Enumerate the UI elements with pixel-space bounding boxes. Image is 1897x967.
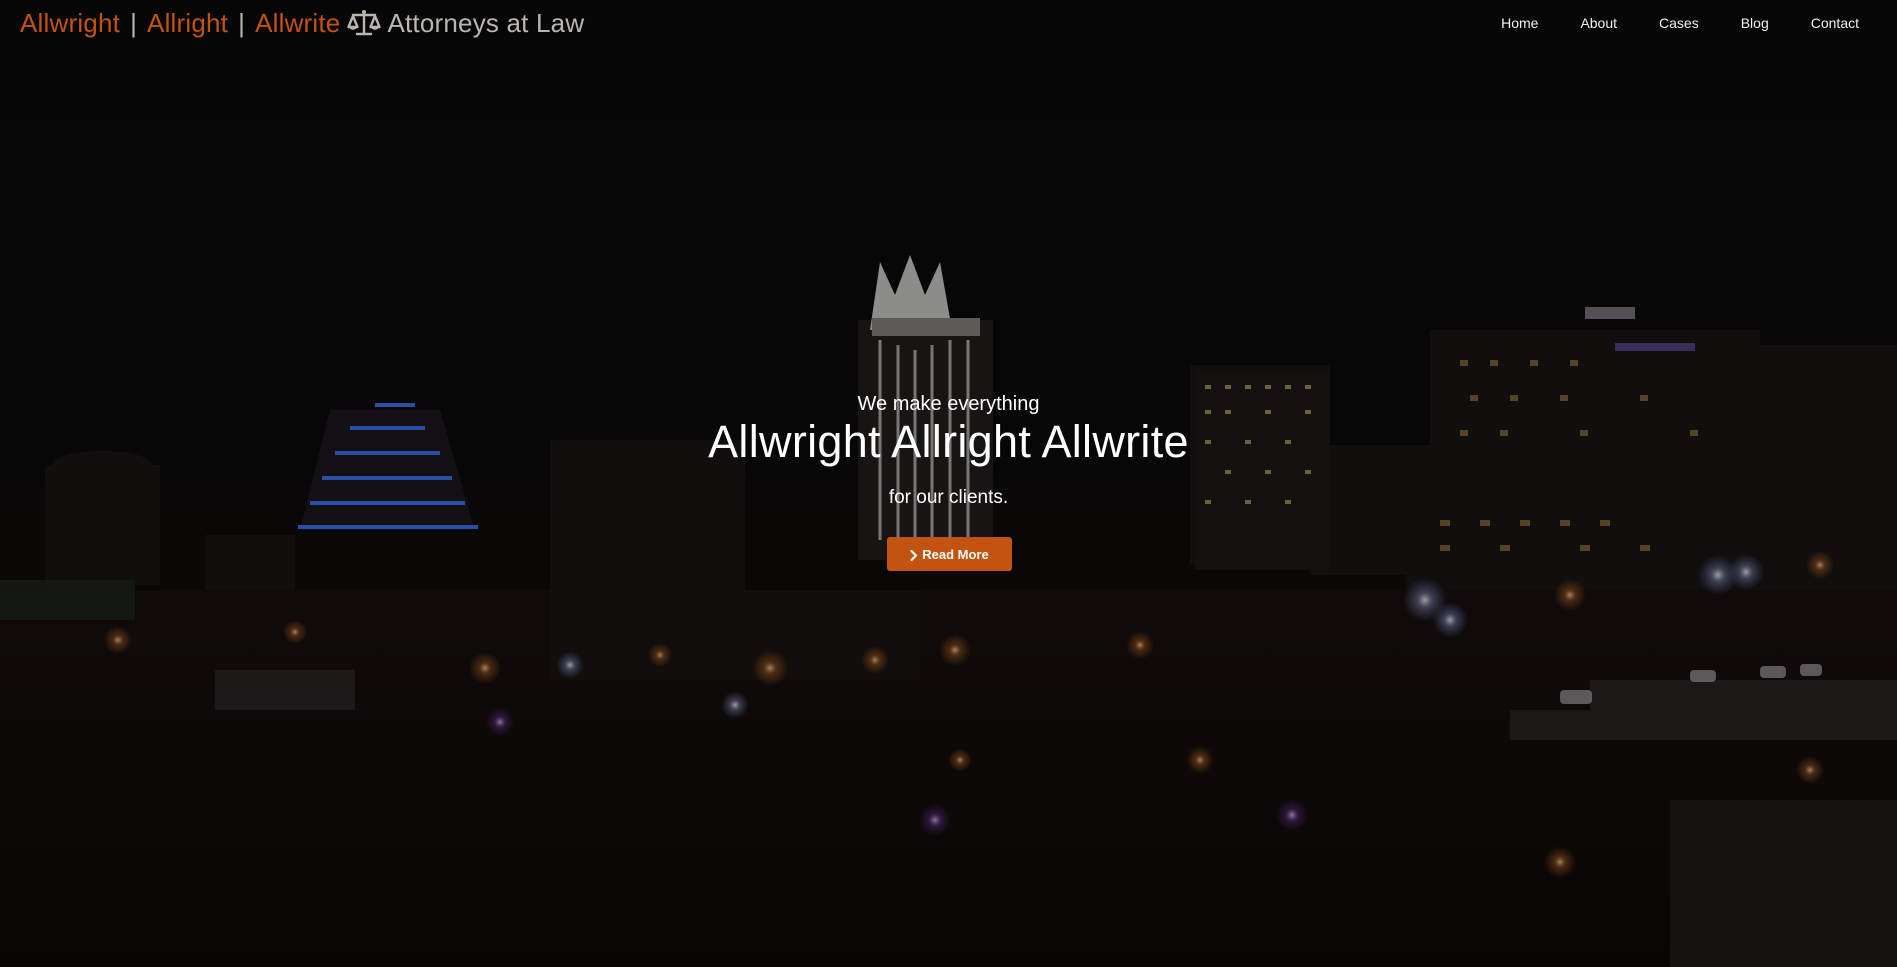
hero-subtitle: for our clients. — [888, 487, 1009, 508]
nav-link-contact[interactable]: Contact — [1769, 15, 1859, 31]
top-navbar: Allwright | Allright | Allwrite Attorney… — [0, 0, 1897, 46]
balance-scale-icon — [347, 8, 382, 38]
nav-link-blog[interactable]: Blog — [1699, 15, 1769, 31]
brand-tagline: Attorneys at Law — [387, 7, 585, 38]
nav-link-cases[interactable]: Cases — [1617, 15, 1699, 31]
read-more-label: Read More — [922, 546, 989, 562]
brand-name-allwright: Allwright — [20, 7, 121, 38]
brand-logo-link[interactable]: Allwright | Allright | Allwrite Attorney… — [20, 4, 584, 42]
hero-title: Allwright Allright Allwrite — [708, 416, 1189, 467]
nav-link-about[interactable]: About — [1538, 15, 1617, 31]
brand-separator: | — [130, 7, 138, 38]
read-more-button[interactable]: Read More — [887, 537, 1012, 571]
brand-name-allright: Allright — [147, 7, 229, 38]
hero-section: We make everything Allwright Allright Al… — [0, 0, 1897, 967]
landing-page: Allwright | Allright | Allwrite Attorney… — [0, 0, 1897, 967]
brand-separator: | — [238, 7, 246, 38]
brand-name-allwrite: Allwrite — [255, 7, 341, 38]
chevron-right-icon — [910, 549, 918, 561]
nav-link-home[interactable]: Home — [1459, 15, 1538, 31]
main-nav: Home About Cases Blog Contact — [1459, 0, 1859, 46]
